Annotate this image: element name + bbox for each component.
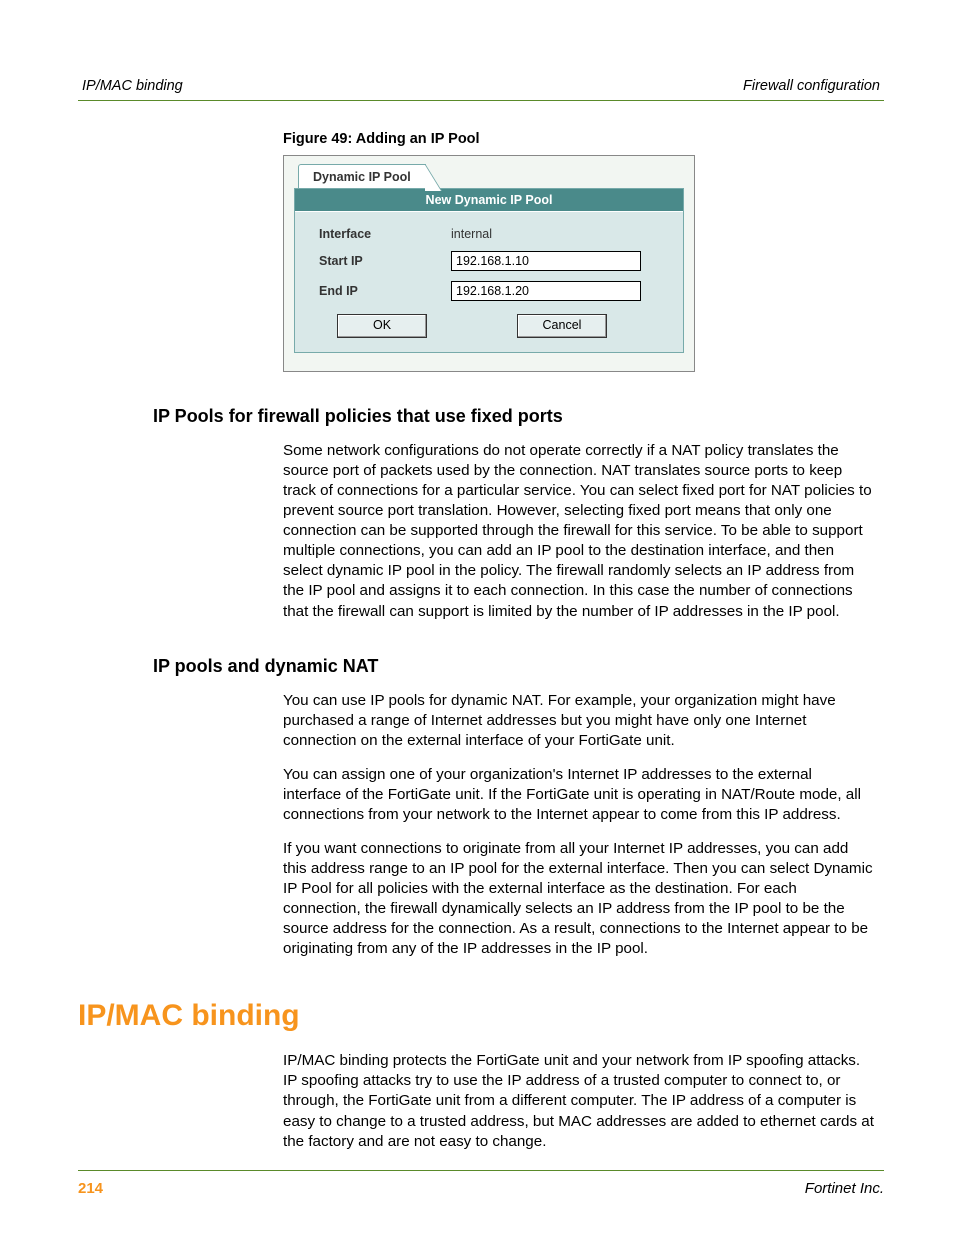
end-ip-label: End IP [319, 284, 451, 298]
header-left: IP/MAC binding [82, 78, 183, 94]
ok-button[interactable]: OK [337, 314, 427, 338]
tab-dynamic-ip-pool[interactable]: Dynamic IP Pool [298, 164, 426, 188]
body-paragraph: IP/MAC binding protects the FortiGate un… [283, 1051, 874, 1151]
section-heading-ip-pools-dynamic-nat: IP pools and dynamic NAT [153, 656, 874, 677]
header-rule [78, 100, 884, 101]
cancel-button[interactable]: Cancel [517, 314, 607, 338]
chapter-heading-ip-mac-binding: IP/MAC binding [78, 999, 874, 1033]
start-ip-input[interactable] [451, 251, 641, 271]
end-ip-input[interactable] [451, 281, 641, 301]
body-paragraph: If you want connections to originate fro… [283, 839, 874, 959]
dialog-panel: New Dynamic IP Pool Interface internal S… [294, 188, 684, 353]
body-paragraph: Some network configurations do not opera… [283, 441, 874, 622]
page-number: 214 [78, 1180, 103, 1197]
ip-pool-dialog: Dynamic IP Pool New Dynamic IP Pool Inte… [283, 155, 695, 372]
dialog-title: New Dynamic IP Pool [295, 189, 683, 212]
start-ip-label: Start IP [319, 254, 451, 268]
footer-company: Fortinet Inc. [805, 1180, 884, 1197]
body-paragraph: You can assign one of your organization'… [283, 765, 874, 825]
body-paragraph: You can use IP pools for dynamic NAT. Fo… [283, 691, 874, 751]
interface-value: internal [451, 227, 492, 241]
section-heading-ip-pools-fixed-ports: IP Pools for firewall policies that use … [153, 406, 874, 427]
interface-label: Interface [319, 227, 451, 241]
header-right: Firewall configuration [743, 78, 880, 94]
footer-rule [78, 1170, 884, 1171]
figure-caption: Figure 49: Adding an IP Pool [283, 131, 874, 147]
